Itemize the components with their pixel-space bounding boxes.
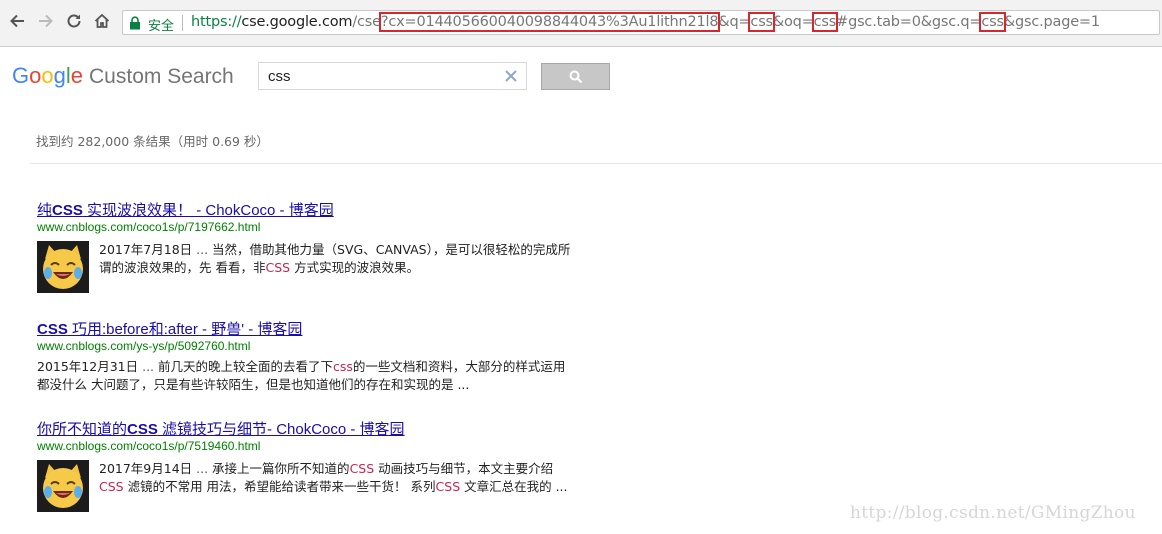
url-scheme: https:// [191, 14, 242, 30]
url-path: /cse [352, 14, 381, 30]
logo-suffix: Custom Search [89, 65, 234, 88]
browser-toolbar: 安全 https://cse.google.com/cse?cx=0144056… [0, 0, 1162, 47]
result-body: 2017年7月18日 ... 当然，借助其他力量（SVG、CANVAS），是可以… [37, 241, 577, 293]
result-title-keyword: CSS [52, 202, 83, 219]
logo-letter: g [53, 63, 66, 88]
snippet-text: 承接上一篇你所不知道的 [212, 461, 350, 476]
result-snippet: 2017年9月14日 ... 承接上一篇你所不知道的CSS 动画技巧与细节，本文… [99, 460, 577, 496]
url-tail: &gsc.page=1 [1003, 14, 1100, 30]
result-title-post: 实现波浪效果！ - ChokCoco - 博客园 [82, 202, 334, 219]
url-q-prefix: &q= [718, 14, 751, 30]
search-result: 你所不知道的CSS 滤镜技巧与细节- ChokCoco - 博客园 www.cn… [37, 420, 577, 512]
url-oq-value: css [811, 12, 839, 32]
lock-icon [130, 16, 140, 30]
result-date: 2017年7月18日 [99, 242, 193, 257]
snippet-keyword: css [333, 359, 353, 374]
home-icon [94, 13, 110, 28]
url-separator [182, 15, 183, 31]
search-result: 纯CSS 实现波浪效果！ - ChokCoco - 博客园 www.cnblog… [37, 201, 577, 293]
result-title-keyword: CSS [127, 421, 158, 438]
google-custom-search-logo[interactable]: Google Custom Search [12, 63, 234, 89]
result-title-pre: 你所不知道的 [37, 421, 128, 438]
result-date: 2017年9月14日 [99, 461, 193, 476]
forward-button[interactable] [33, 8, 59, 34]
result-ellipsis: ... [138, 359, 158, 374]
url-gscq-value: css [979, 12, 1006, 32]
url-hash-prefix: #gsc.tab=0&gsc.q= [836, 14, 982, 30]
snippet-text: 动画技巧与细节，本文主要介绍 [374, 461, 554, 476]
result-title-link[interactable]: 你所不知道的CSS 滤镜技巧与细节- ChokCoco - 博客园 [37, 420, 577, 439]
snippet-keyword: CSS [99, 479, 124, 494]
laughing-cat-emoji-icon [37, 460, 89, 512]
result-title-post: 滤镜技巧与细节- ChokCoco - 博客园 [157, 421, 405, 438]
result-title-pre: 纯 [37, 202, 53, 219]
result-body: 2015年12月31日 ... 前几天的晚上较全面的去看了下css的一些文档和资… [37, 358, 577, 394]
result-title-link[interactable]: CSS 巧用:before和:after - 野兽' - 博客园 [37, 320, 577, 339]
laughing-cat-emoji-icon [37, 241, 89, 293]
arrow-right-icon [39, 14, 53, 28]
snippet-text: 方式实现的波浪效果。 [290, 260, 420, 275]
snippet-text: 前几天的晚上较全面的去看了下 [158, 359, 334, 374]
search-icon [569, 70, 582, 83]
clear-search-button[interactable] [502, 66, 520, 86]
snippet-text: 滤镜的不常用 用法，希望能给读者带来一些干货！ 系列 [123, 479, 436, 494]
result-thumbnail[interactable] [37, 241, 89, 293]
result-thumbnail[interactable] [37, 460, 89, 512]
reload-button[interactable] [61, 8, 87, 34]
watermark: http://blog.csdn.net/GMingZhou [850, 503, 1136, 523]
divider [30, 163, 1162, 164]
reload-icon [67, 14, 81, 28]
close-icon [505, 70, 517, 82]
url-q-value: css [748, 12, 775, 32]
snippet-keyword: CSS [435, 479, 461, 494]
url-host: cse.google.com [241, 14, 353, 30]
logo-letter: o [41, 63, 54, 88]
url-cx-param: ?cx=014405660040098844043%3Au1lithn21l8 [378, 12, 721, 32]
secure-label: 安全 [148, 19, 175, 34]
url-text[interactable]: https://cse.google.com/cse?cx=0144056600… [191, 12, 1100, 32]
snippet-keyword: CSS [265, 260, 291, 275]
result-ellipsis: ... [192, 461, 213, 476]
result-snippet: 2015年12月31日 ... 前几天的晚上较全面的去看了下css的一些文档和资… [37, 358, 577, 394]
result-count: 找到约 282,000 条结果（用时 0.69 秒） [36, 134, 269, 149]
arrow-left-icon [10, 14, 24, 28]
result-ellipsis: ... [192, 242, 213, 257]
snippet-text: 文章汇总在我的 ... [460, 479, 568, 494]
result-snippet: 2017年7月18日 ... 当然，借助其他力量（SVG、CANVAS），是可以… [99, 241, 577, 277]
home-button[interactable] [89, 8, 115, 34]
result-title-link[interactable]: 纯CSS 实现波浪效果！ - ChokCoco - 博客园 [37, 201, 577, 220]
logo-letter: G [12, 63, 30, 88]
result-date: 2015年12月31日 [37, 359, 139, 374]
back-button[interactable] [4, 8, 30, 34]
search-input[interactable] [259, 63, 503, 89]
result-url: www.cnblogs.com/coco1s/p/7519460.html [37, 439, 261, 453]
search-result: CSS 巧用:before和:after - 野兽' - 博客园 www.cnb… [37, 320, 577, 394]
result-url: www.cnblogs.com/ys-ys/p/5092760.html [37, 339, 251, 353]
logo-letter: o [29, 63, 42, 88]
search-button[interactable] [541, 63, 610, 90]
snippet-keyword: CSS [349, 461, 375, 476]
result-title-post: 巧用:before和:after - 野兽' - 博客园 [67, 321, 303, 338]
result-body: 2017年9月14日 ... 承接上一篇你所不知道的CSS 动画技巧与细节，本文… [37, 460, 577, 512]
address-bar[interactable]: 安全 https://cse.google.com/cse?cx=0144056… [122, 10, 1160, 35]
result-url: www.cnblogs.com/coco1s/p/7197662.html [37, 220, 261, 234]
result-title-keyword: CSS [37, 321, 68, 338]
url-oq-prefix: &oq= [772, 14, 814, 30]
logo-letter: e [70, 63, 84, 88]
search-box [258, 62, 527, 90]
